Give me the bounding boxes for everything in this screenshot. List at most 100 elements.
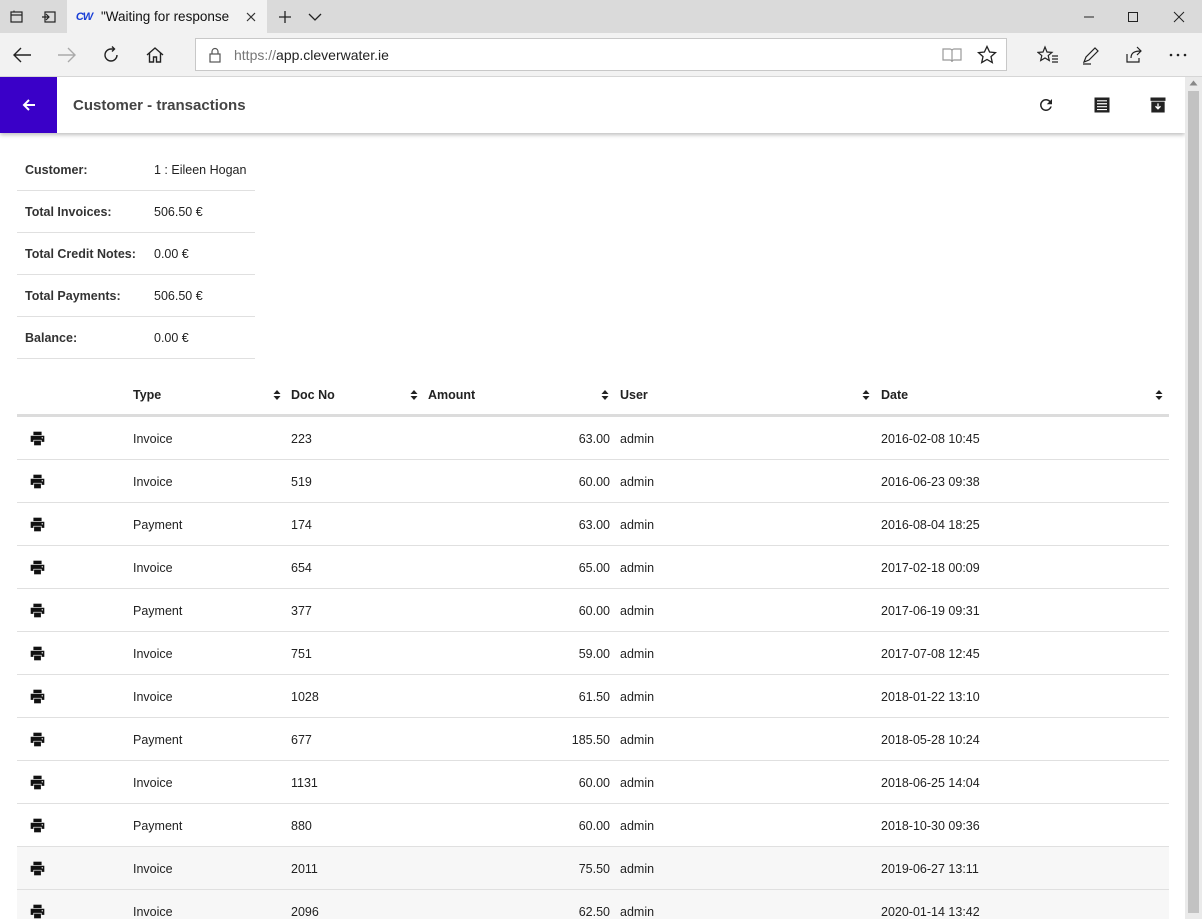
page-title: Customer - transactions — [73, 97, 246, 114]
archive-button[interactable] — [1146, 93, 1170, 117]
favorites-hub-icon[interactable] — [1030, 36, 1066, 74]
cell-user: admin — [620, 862, 655, 876]
cell-amount: 60.00 — [578, 776, 610, 790]
web-notes-pen-icon[interactable] — [1073, 36, 1109, 74]
sort-icon[interactable] — [1155, 389, 1163, 401]
close-tab-icon[interactable] — [242, 8, 259, 25]
tab-manager-icon[interactable] — [0, 0, 34, 33]
cell-type: Invoice — [133, 475, 173, 489]
list-view-button[interactable] — [1090, 93, 1114, 117]
cell-doc-no: 377 — [291, 604, 312, 618]
home-icon[interactable] — [137, 36, 173, 74]
print-icon[interactable] — [29, 904, 46, 919]
set-aside-tabs-icon[interactable] — [32, 0, 66, 33]
reading-view-icon[interactable] — [941, 45, 963, 65]
sort-icon[interactable] — [601, 389, 609, 401]
transactions-table: Type Doc No Amount User Date Invoice 223 6… — [17, 375, 1169, 919]
lock-icon — [208, 47, 224, 63]
address-bar[interactable]: https://app.cleverwater.ie — [195, 38, 1007, 71]
cell-type: Invoice — [133, 432, 173, 446]
cell-amount: 185.50 — [571, 733, 610, 747]
address-url: https://app.cleverwater.ie — [234, 46, 389, 63]
refresh-button[interactable] — [1034, 93, 1058, 117]
scroll-up-arrow-icon[interactable] — [1189, 80, 1198, 86]
column-header-amount[interactable]: Amount — [428, 388, 475, 402]
minimize-window-icon[interactable] — [1066, 0, 1112, 33]
cell-user: admin — [620, 475, 655, 489]
summary-label: Total Invoices: — [25, 204, 112, 219]
print-icon[interactable] — [29, 431, 46, 446]
cell-amount: 63.00 — [578, 432, 610, 446]
maximize-window-icon[interactable] — [1110, 0, 1156, 33]
back-button[interactable] — [0, 77, 57, 133]
column-header-date[interactable]: Date — [881, 388, 908, 402]
cell-amount: 62.50 — [578, 905, 610, 919]
cell-amount: 63.00 — [578, 518, 610, 532]
new-tab-icon[interactable] — [268, 0, 302, 33]
cell-doc-no: 654 — [291, 561, 312, 575]
more-options-icon[interactable] — [1160, 36, 1196, 74]
table-row: Invoice 751 59.00 admin 2017-07-08 12:45 — [17, 632, 1169, 675]
cell-doc-no: 2096 — [291, 905, 319, 919]
refresh-icon[interactable] — [93, 36, 129, 74]
scrollbar-thumb[interactable] — [1188, 91, 1199, 913]
page-scrollbar[interactable] — [1185, 77, 1202, 919]
table-row: Invoice 2096 62.50 admin 2020-01-14 13:42 — [17, 890, 1169, 919]
cell-date: 2018-05-28 10:24 — [881, 733, 980, 747]
cell-type: Invoice — [133, 690, 173, 704]
summary-value: 506.50 € — [154, 288, 203, 303]
print-icon[interactable] — [29, 732, 46, 747]
column-header-doc-no[interactable]: Doc No — [291, 388, 335, 402]
table-row: Payment 677 185.50 admin 2018-05-28 10:24 — [17, 718, 1169, 761]
cell-amount: 59.00 — [578, 647, 610, 661]
print-icon[interactable] — [29, 517, 46, 532]
close-window-icon[interactable] — [1156, 0, 1202, 33]
print-icon[interactable] — [29, 603, 46, 618]
browser-tab-active[interactable]: CW "Waiting for response fr — [67, 0, 267, 33]
print-icon[interactable] — [29, 474, 46, 489]
archive-icon — [1150, 97, 1166, 113]
sort-icon[interactable] — [273, 389, 281, 401]
list-icon — [1094, 97, 1110, 113]
cell-date: 2016-08-04 18:25 — [881, 518, 980, 532]
browser-tab-bar: CW "Waiting for response fr — [0, 0, 1202, 33]
print-icon[interactable] — [29, 560, 46, 575]
sort-icon[interactable] — [410, 389, 418, 401]
cell-type: Invoice — [133, 905, 173, 919]
table-row: Invoice 519 60.00 admin 2016-06-23 09:38 — [17, 460, 1169, 503]
cell-amount: 75.50 — [578, 862, 610, 876]
cell-type: Invoice — [133, 776, 173, 790]
print-icon[interactable] — [29, 861, 46, 876]
favorite-star-icon[interactable] — [976, 44, 998, 66]
tab-list-chevron-down-icon[interactable] — [298, 0, 332, 33]
table-row: Invoice 1131 60.00 admin 2018-06-25 14:04 — [17, 761, 1169, 804]
summary-value: 1 : Eileen Hogan — [154, 163, 247, 177]
cell-date: 2018-06-25 14:04 — [881, 776, 980, 790]
share-icon[interactable] — [1116, 36, 1152, 74]
forward-arrow-icon[interactable] — [49, 36, 85, 74]
back-arrow-icon[interactable] — [4, 36, 40, 74]
summary-value: 506.50 € — [154, 204, 203, 219]
summary-row-total-payments: Total Payments: 506.50 € — [17, 275, 255, 317]
cell-amount: 65.00 — [578, 561, 610, 575]
cell-type: Payment — [133, 733, 183, 747]
table-body: Invoice 223 63.00 admin 2016-02-08 10:45 Invo… — [17, 417, 1169, 919]
print-icon[interactable] — [29, 646, 46, 661]
cell-date: 2018-01-22 13:10 — [881, 690, 980, 704]
column-header-user[interactable]: User — [620, 388, 648, 402]
print-icon[interactable] — [29, 818, 46, 833]
summary-value: 0.00 € — [154, 246, 189, 261]
print-icon[interactable] — [29, 689, 46, 704]
summary-value: 0.00 € — [154, 330, 189, 345]
sort-icon[interactable] — [862, 389, 870, 401]
summary-row-customer: Customer: 1 : Eileen Hogan — [17, 150, 255, 191]
cell-amount: 61.50 — [578, 690, 610, 704]
cell-user: admin — [620, 561, 655, 575]
table-row: Invoice 223 63.00 admin 2016-02-08 10:45 — [17, 417, 1169, 460]
summary-label: Balance: — [25, 330, 78, 345]
table-row: Invoice 1028 61.50 admin 2018-01-22 13:10 — [17, 675, 1169, 718]
print-icon[interactable] — [29, 775, 46, 790]
cell-doc-no: 751 — [291, 647, 312, 661]
column-header-type[interactable]: Type — [133, 388, 161, 402]
cell-type: Invoice — [133, 561, 173, 575]
